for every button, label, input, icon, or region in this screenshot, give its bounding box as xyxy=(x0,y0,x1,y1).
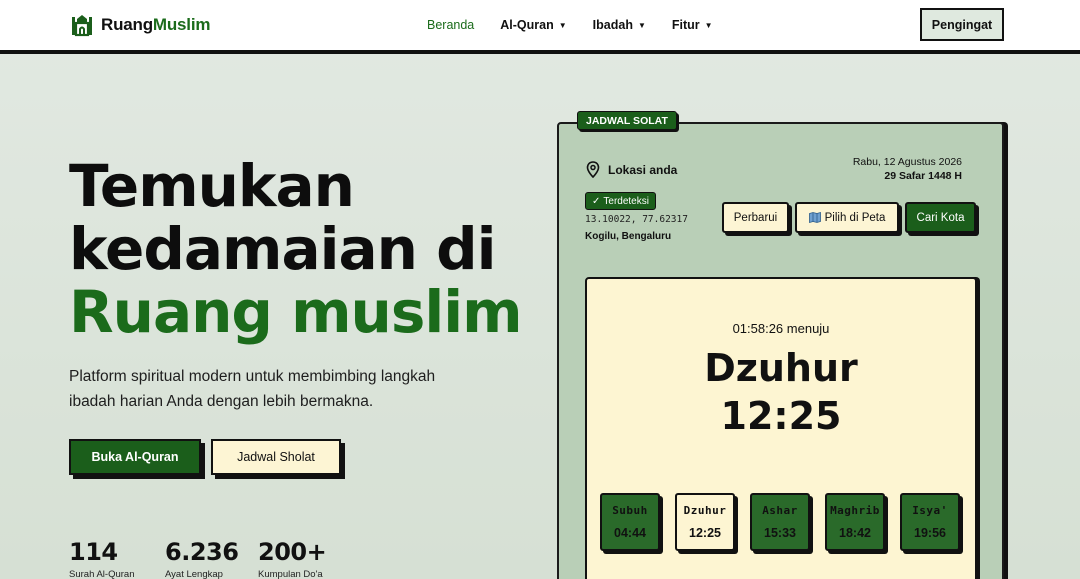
stat-value: 200+ xyxy=(258,538,327,566)
hero-title-line2: kedamaian di xyxy=(69,215,496,283)
brand-logo[interactable]: RuangMuslim xyxy=(69,13,210,37)
reminder-button[interactable]: Pengingat xyxy=(920,8,1004,41)
nav-item-label: Fitur xyxy=(671,18,700,32)
prayer-name: Maghrib xyxy=(830,504,880,517)
prayer-time: 15:33 xyxy=(764,526,796,540)
open-quran-button[interactable]: Buka Al-Quran xyxy=(69,439,201,475)
prayer-time-subuh[interactable]: Subuh 04:44 xyxy=(600,493,660,551)
hero-title-line3: Ruang muslim xyxy=(69,278,523,346)
city-name: Kogilu, Bengaluru xyxy=(585,231,672,242)
prayer-time-maghrib[interactable]: Maghrib 18:42 xyxy=(825,493,885,551)
hijri-date: 29 Safar 1448 H xyxy=(884,170,962,182)
coordinates: 13.10022, 77.62317 xyxy=(585,214,688,225)
stat-value: 6.236 xyxy=(165,538,239,566)
pick-on-map-button[interactable]: Pilih di Peta xyxy=(795,202,899,233)
location-pin-icon xyxy=(586,161,600,178)
hero-title-line1: Temukan xyxy=(69,152,355,220)
nav-item-beranda[interactable]: Beranda xyxy=(427,18,474,32)
hero-description: Platform spiritual modern untuk membimbi… xyxy=(69,368,436,410)
map-icon xyxy=(808,212,821,223)
nav-item-fitur[interactable]: Fitur ▼ xyxy=(672,18,713,32)
nav-item-al-quran[interactable]: Al-Quran ▼ xyxy=(500,18,566,32)
next-prayer-name: Dzuhur xyxy=(704,346,858,390)
prayer-time-ashar[interactable]: Ashar 15:33 xyxy=(750,493,810,551)
nav-item-label: Ibadah xyxy=(592,18,633,32)
gregorian-date: Rabu, 12 Agustus 2026 xyxy=(852,156,962,168)
stat-ayat: 6.236 Ayat Lengkap xyxy=(165,538,239,579)
stat-label: Ayat Lengkap xyxy=(165,569,223,579)
mosque-icon xyxy=(72,15,92,37)
brand-name-part2: Muslim xyxy=(152,15,211,34)
prayer-time: 19:56 xyxy=(914,526,946,540)
main-nav: Beranda Al-Quran ▼ Ibadah ▼ Fitur ▼ xyxy=(427,18,713,32)
stat-doa: 200+ Kumpulan Do'a xyxy=(258,538,327,579)
location-label: Lokasi anda xyxy=(608,163,678,177)
prayer-time-isya[interactable]: Isya' 19:56 xyxy=(900,493,960,551)
detected-label: Terdeteksi xyxy=(603,195,649,207)
prayer-time-dzuhur[interactable]: Dzuhur 12:25 xyxy=(675,493,735,551)
button-label: Perbarui xyxy=(733,211,778,224)
caret-down-icon: ▼ xyxy=(704,20,713,30)
stat-label: Kumpulan Do'a xyxy=(258,569,323,579)
nav-item-ibadah[interactable]: Ibadah ▼ xyxy=(593,18,646,32)
search-city-button[interactable]: Cari Kota xyxy=(905,202,976,233)
prayer-time: 12:25 xyxy=(689,526,721,540)
brand-name: RuangMuslim xyxy=(101,15,210,35)
stat-value: 114 xyxy=(69,538,118,566)
caret-down-icon: ▼ xyxy=(637,20,646,30)
prayer-time: 04:44 xyxy=(614,526,646,540)
countdown-text: 01:58:26 menuju xyxy=(732,321,830,336)
nav-item-label: Al-Quran xyxy=(500,18,554,32)
prayer-time: 18:42 xyxy=(839,526,871,540)
hero-title: Temukan kedamaian di Ruang muslim xyxy=(69,152,523,346)
caret-down-icon: ▼ xyxy=(558,20,567,30)
nav-item-label: Beranda xyxy=(427,18,475,32)
prayer-name: Dzuhur xyxy=(683,504,727,517)
next-prayer-time: 12:25 xyxy=(720,394,842,438)
prayer-name: Ashar xyxy=(762,504,798,517)
detected-badge: ✓ Terdeteksi xyxy=(585,192,656,210)
prayer-name: Isya' xyxy=(912,504,948,517)
brand-name-part1: Ruang xyxy=(101,15,153,34)
stat-label: Surah Al-Quran xyxy=(69,569,135,579)
stat-surah: 114 Surah Al-Quran xyxy=(69,538,134,579)
prayer-schedule-button[interactable]: Jadwal Sholat xyxy=(211,439,341,475)
button-label: Pilih di Peta xyxy=(824,211,886,224)
refresh-location-button[interactable]: Perbarui xyxy=(722,202,789,233)
prayer-name: Subuh xyxy=(612,504,648,517)
schedule-badge: JADWAL SOLAT xyxy=(577,111,677,130)
check-icon: ✓ xyxy=(592,195,601,207)
button-label: Cari Kota xyxy=(916,211,965,224)
navbar: RuangMuslim Beranda Al-Quran ▼ Ibadah ▼ … xyxy=(0,0,1080,54)
